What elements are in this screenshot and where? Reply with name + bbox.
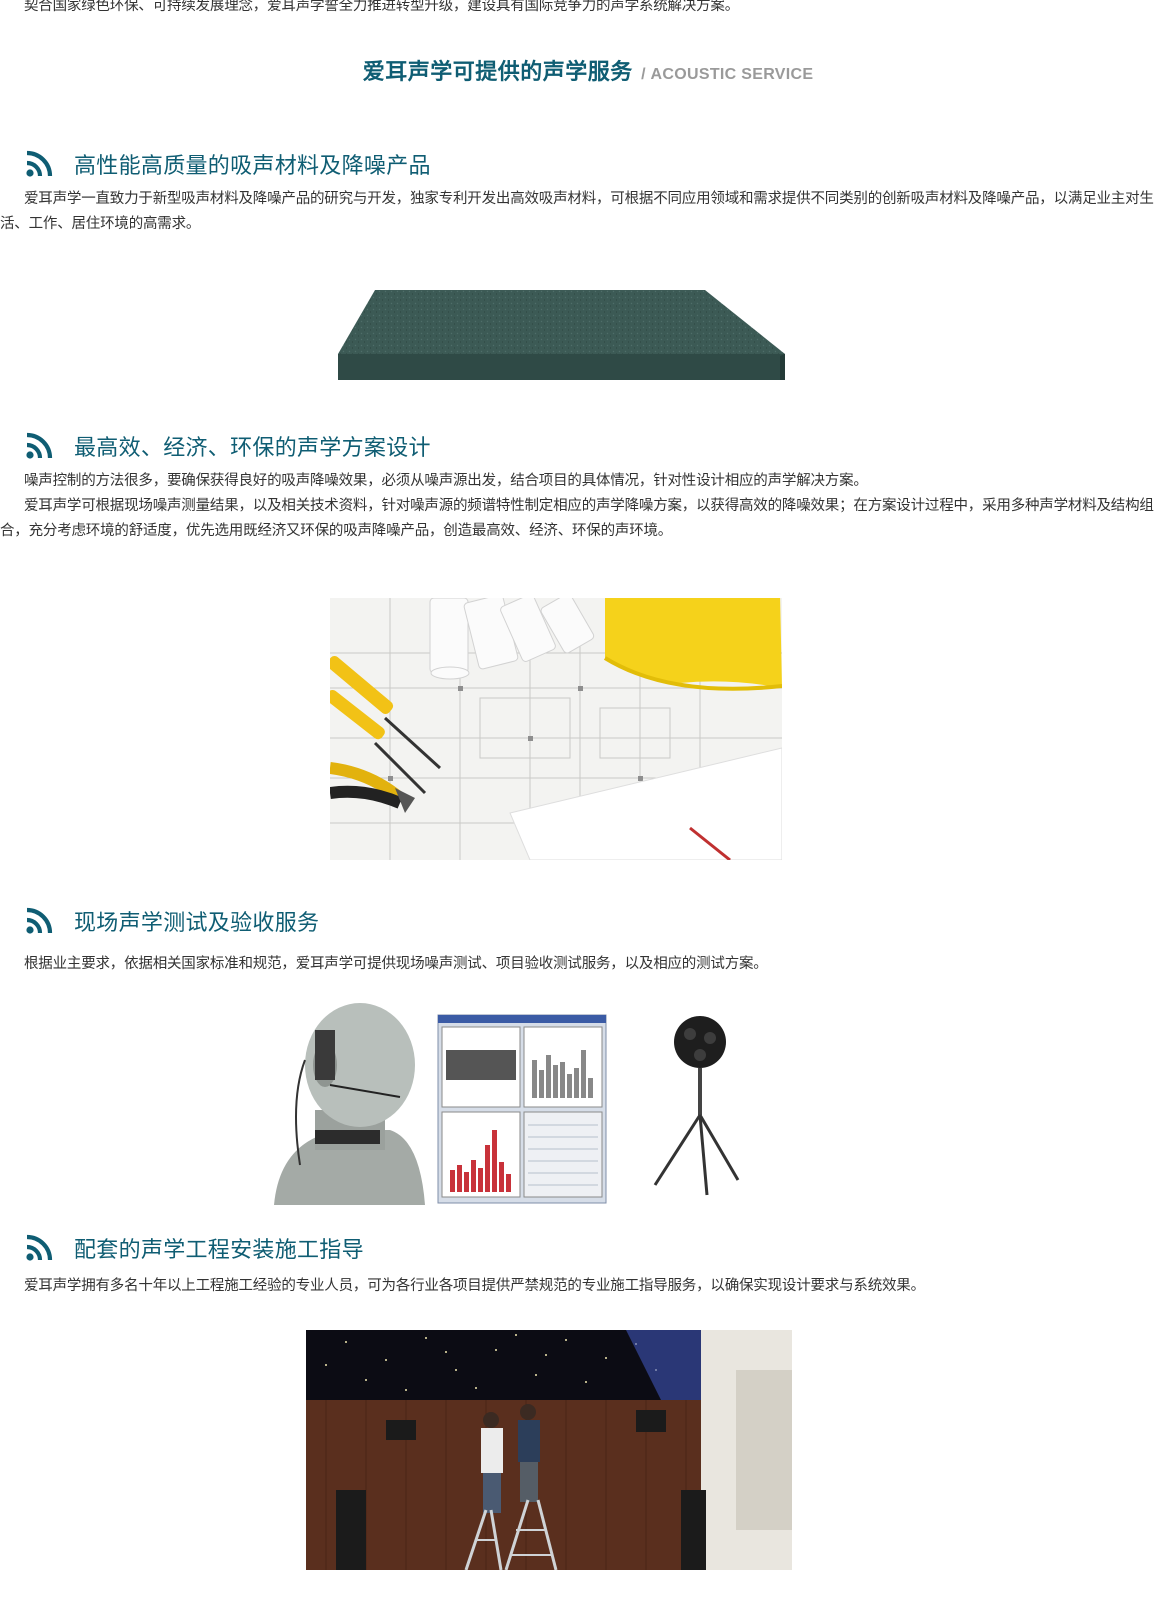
- installation-image: [306, 1330, 792, 1570]
- acoustic-panel-image: [330, 284, 800, 394]
- section-3-heading: 现场声学测试及验收服务: [74, 911, 320, 936]
- section-4-heading: 配套的声学工程安装施工指导: [74, 1238, 364, 1263]
- section-1-heading: 高性能高质量的吸声材料及降噪产品: [74, 154, 431, 179]
- page-heading: 爱耳声学可提供的声学服务 / ACOUSTIC SERVICE: [0, 54, 1176, 86]
- rss-icon: [26, 432, 53, 459]
- section-2-title: 最高效、经济、环保的声学方案设计: [24, 428, 431, 464]
- rss-icon: [26, 1234, 53, 1261]
- section-4-paragraph-1: 爱耳声学拥有多名十年以上工程施工经验的专业人员，可为各行业各项目提供严禁规范的专…: [24, 1278, 925, 1294]
- section-2-paragraph-2: 爱耳声学可根据现场噪声测量结果，以及相关技术资料，针对噪声源的频谱特性制定相应的…: [0, 498, 1154, 539]
- content-page: 契合国家绿色环保、可持续发展理念，爱耳声学誓全力推进转型升级，建设具有国际竞争力…: [0, 0, 1176, 1607]
- rss-icon: [26, 150, 53, 177]
- section-1-title: 高性能高质量的吸声材料及降噪产品: [24, 146, 431, 182]
- intro-text: 契合国家绿色环保、可持续发展理念，爱耳声学誓全力推进转型升级，建设具有国际竞争力…: [24, 0, 739, 14]
- section-3-title: 现场声学测试及验收服务: [24, 903, 319, 939]
- section-2-heading: 最高效、经济、环保的声学方案设计: [74, 436, 431, 461]
- heading-subtitle: / ACOUSTIC SERVICE: [641, 66, 814, 83]
- section-2-paragraph-1: 噪声控制的方法很多，要确保获得良好的吸声降噪效果，必须从噪声源出发，结合项目的具…: [24, 473, 868, 489]
- acoustic-test-image: [270, 1000, 760, 1205]
- heading-title: 爱耳声学可提供的声学服务: [362, 60, 633, 85]
- section-4-title: 配套的声学工程安装施工指导: [24, 1230, 364, 1266]
- section-3-paragraph-1: 根据业主要求，依据相关国家标准和规范，爱耳声学可提供现场噪声测试、项目验收测试服…: [24, 956, 768, 972]
- design-tools-image: [330, 598, 782, 860]
- section-1-paragraph-1: 爱耳声学一直致力于新型吸声材料及降噪产品的研究与开发，独家专利开发出高效吸声材料…: [0, 191, 1154, 232]
- rss-icon: [26, 907, 53, 934]
